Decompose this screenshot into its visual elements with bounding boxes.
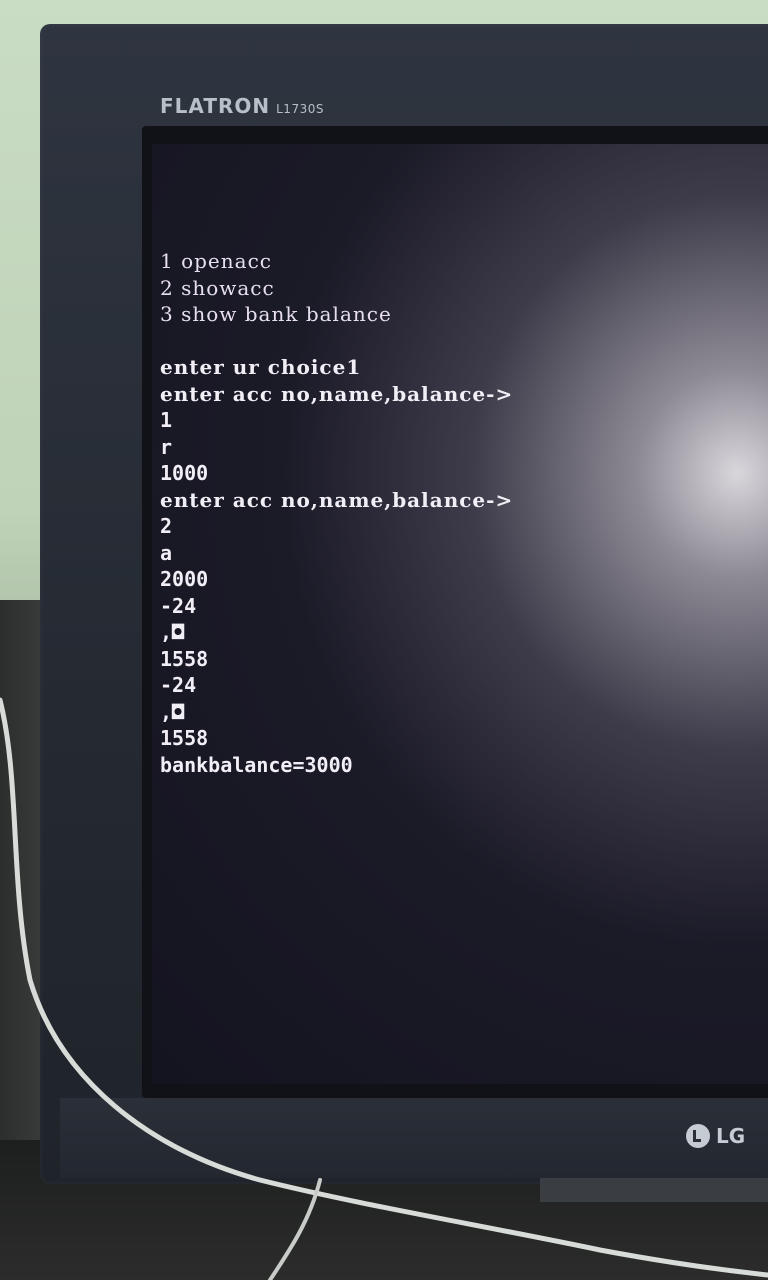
output-line: 2000 — [160, 567, 209, 591]
menu-option-1: 1 openacc — [160, 249, 272, 273]
lg-logo-icon — [686, 1124, 710, 1148]
output-line: 1000 — [160, 461, 209, 485]
terminal-output: 1 openacc 2 showacc 3 show bank balance … — [160, 248, 760, 778]
menu-option-3: 3 show bank balance — [160, 302, 392, 326]
bottom-bezel — [60, 1098, 768, 1178]
output-line: 1 — [160, 408, 173, 432]
account-prompt: enter acc no,name,balance-> — [160, 487, 514, 512]
bank-balance-line: bankbalance=3000 — [160, 752, 353, 777]
output-line: 2 — [160, 514, 173, 538]
model-name: L1730S — [276, 102, 324, 116]
output-line: -24 — [160, 673, 197, 697]
console-screen[interactable]: 1 openacc 2 showacc 3 show bank balance … — [152, 144, 768, 1084]
monitor-brand: FLATRON L1730S — [160, 94, 324, 118]
menu-option-2: 2 showacc — [160, 275, 275, 300]
output-line: ,◘ — [160, 620, 185, 644]
output-line: 1558 — [160, 646, 209, 671]
lg-logo: LG — [686, 1124, 745, 1148]
output-line: 1558 — [160, 726, 209, 750]
account-prompt: enter acc no,name,balance-> — [160, 381, 514, 406]
output-line: r — [160, 434, 173, 459]
brand-name: FLATRON — [160, 94, 271, 118]
maker-name: LG — [716, 1124, 746, 1148]
output-line: -24 — [160, 593, 197, 618]
output-line: a — [160, 540, 173, 565]
choice-prompt: enter ur choice1 — [160, 355, 362, 379]
output-line: ,◘ — [160, 699, 185, 724]
monitor-stand — [540, 1178, 768, 1202]
